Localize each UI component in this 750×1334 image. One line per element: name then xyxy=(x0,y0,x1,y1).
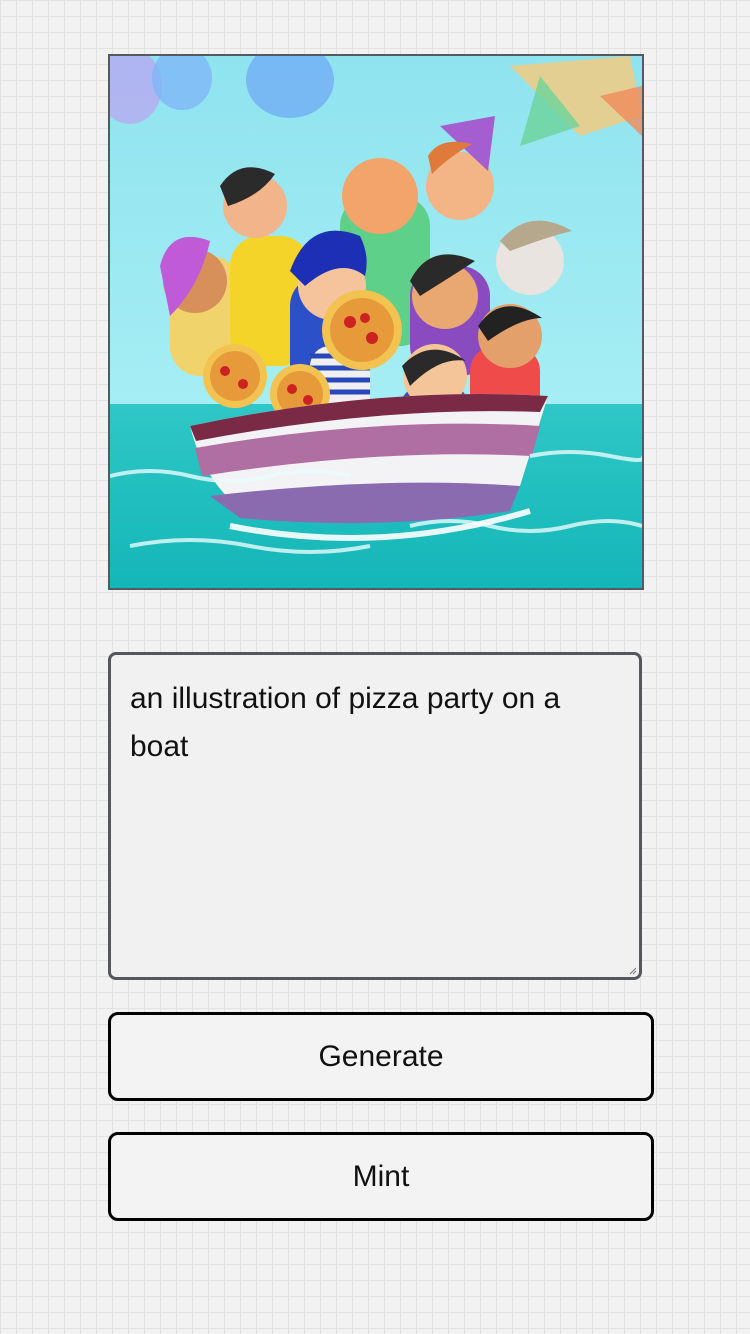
prompt-input[interactable]: an illustration of pizza party on a boat xyxy=(108,652,642,980)
prompt-text[interactable]: an illustration of pizza party on a boat xyxy=(130,675,619,771)
resize-grip-icon[interactable] xyxy=(629,967,637,975)
pizza-party-boat-illustration xyxy=(110,56,642,588)
mint-button[interactable]: Mint xyxy=(108,1132,654,1221)
generated-image xyxy=(108,54,644,590)
generate-button[interactable]: Generate xyxy=(108,1012,654,1101)
